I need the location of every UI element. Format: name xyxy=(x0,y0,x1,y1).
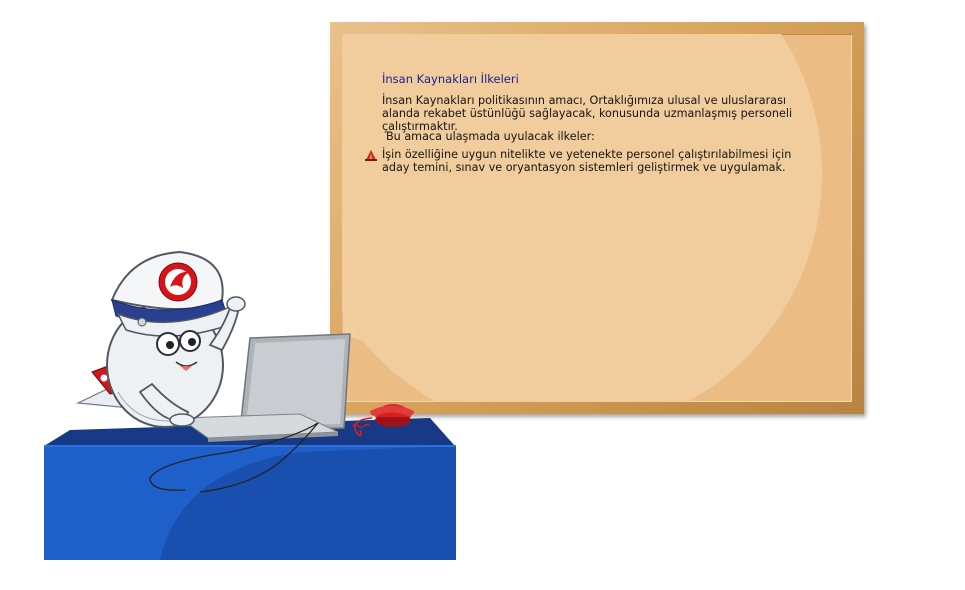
scene: İnsan Kaynakları İlkeleri İnsan Kaynakla… xyxy=(0,0,965,590)
airline-logo-icon xyxy=(158,262,198,302)
mascot-desk-illustration xyxy=(44,250,456,560)
mascot xyxy=(75,250,246,428)
